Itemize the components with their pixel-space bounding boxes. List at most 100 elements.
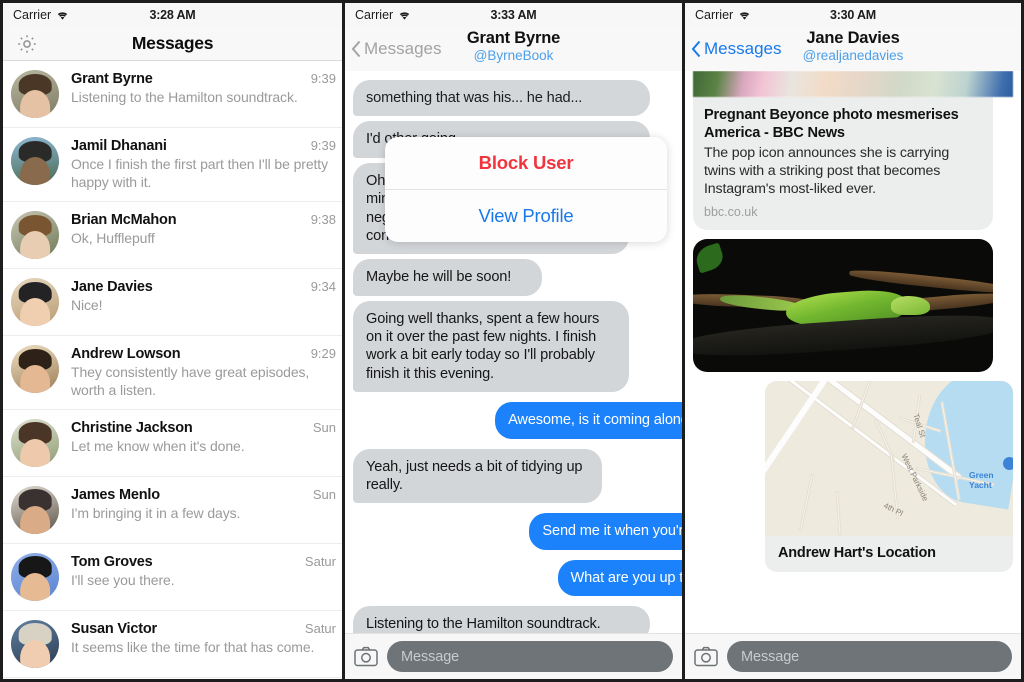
list-item[interactable]: Jamil Dhanani Once I finish the first pa… — [3, 128, 342, 202]
message-thread[interactable]: something that was his... he had... I'd … — [345, 71, 682, 633]
conversation-list[interactable]: Grant Byrne Listening to the Hamilton so… — [3, 61, 342, 679]
timestamp: Sun — [312, 486, 336, 502]
message-input[interactable]: Message — [387, 641, 673, 672]
three-phone-screenshot-strip: Carrier 3:28 AM Messages Grant Byrne Lis… — [0, 0, 1024, 682]
link-preview-hero-image — [693, 71, 1013, 97]
iguana-head — [891, 296, 930, 315]
message-bubble-outgoing[interactable]: What are you up to no — [557, 559, 682, 596]
timestamp: 9:29 — [310, 345, 336, 361]
contact-name: Jamil Dhanani — [71, 138, 167, 154]
list-item[interactable]: James Menlo I'm bringing it in a few day… — [3, 477, 342, 544]
status-bar: Carrier 3:30 AM — [685, 3, 1021, 27]
timestamp: Satur — [304, 620, 336, 636]
message-preview: Once I finish the first part then I'll b… — [71, 156, 328, 190]
avatar — [11, 485, 59, 534]
timestamp: Satur — [304, 553, 336, 569]
contact-name: Brian McMahon — [71, 211, 177, 228]
action-sheet-popover[interactable]: Block User View Profile — [385, 137, 667, 242]
camera-icon[interactable] — [694, 646, 718, 667]
avatar — [11, 552, 59, 601]
back-label: Messages — [364, 39, 442, 58]
map-label: 4th Pl — [882, 500, 905, 518]
link-title: Pregnant Beyonce photo mesmerises Americ… — [704, 107, 959, 142]
status-bar: Carrier 3:33 AM — [345, 3, 682, 27]
avatar — [11, 344, 59, 393]
message-preview: They consistently have great episodes, w… — [71, 363, 310, 398]
popover-arrow-icon — [516, 137, 538, 138]
avatar — [11, 418, 59, 467]
message-bubble-incoming[interactable]: Listening to the Hamilton soundtrack. — [353, 606, 650, 633]
message-thread[interactable]: Pregnant Beyonce photo mesmerises Americ… — [685, 71, 1021, 633]
avatar — [11, 210, 59, 259]
status-time: 3:33 AM — [490, 8, 537, 22]
chevron-left-icon — [691, 40, 701, 58]
view-profile-button[interactable]: View Profile — [385, 190, 667, 242]
avatar — [11, 70, 59, 118]
timestamp: 9:34 — [310, 278, 336, 294]
message-bubble-outgoing[interactable]: Send me it when you're do — [529, 513, 682, 550]
message-input-bar: Message — [685, 633, 1021, 679]
message-preview: Nice! — [71, 296, 103, 313]
road — [799, 473, 814, 531]
timestamp: 9:39 — [310, 138, 336, 153]
message-preview: Ok, Hufflepuff — [71, 229, 155, 246]
message-bubble-outgoing[interactable]: Awesome, is it coming along we — [495, 402, 682, 439]
link-source: bbc.co.uk — [704, 204, 758, 219]
list-item[interactable]: Brian McMahon Ok, Hufflepuff 9:38 — [3, 202, 342, 269]
message-preview: Let me know when it's done. — [71, 437, 245, 454]
message-placeholder: Message — [741, 648, 800, 665]
back-button[interactable]: Messages — [351, 39, 441, 59]
contact-name: Grant Byrne — [71, 71, 153, 87]
photo-message-bubble[interactable] — [693, 238, 993, 372]
thread-nav-bar: Messages Grant Byrne @ByrneBook — [345, 27, 682, 71]
list-item[interactable]: Christine Jackson Let me know when it's … — [3, 410, 342, 477]
outgoing-row: Send me it when you're do — [345, 508, 682, 554]
message-bubble-incoming[interactable]: Going well thanks, spent a few hours on … — [353, 300, 630, 393]
status-bar: Carrier 3:28 AM — [3, 3, 342, 27]
list-item[interactable]: Jane Davies Nice! 9:34 — [3, 269, 342, 336]
message-preview: It seems like the time for that has come… — [71, 638, 315, 655]
message-input-bar: Message — [345, 633, 682, 679]
inbox-nav-bar: Messages — [3, 27, 342, 61]
back-button[interactable]: Messages — [691, 39, 781, 59]
list-item[interactable]: Andrew Lowson They consistently have gre… — [3, 336, 342, 410]
leaf-decoration — [693, 241, 727, 274]
phone-screen-inbox: Carrier 3:28 AM Messages Grant Byrne Lis… — [0, 0, 345, 682]
contact-name: Christine Jackson — [71, 419, 193, 436]
contact-name: Tom Groves — [71, 553, 153, 570]
message-preview: Listening to the Hamilton soundtrack. — [71, 89, 298, 105]
message-input[interactable]: Message — [727, 641, 1012, 672]
map-preview[interactable]: Teal St West Parkside 4th Pl Green Yacht — [765, 380, 1013, 536]
road — [835, 490, 842, 535]
link-preview-card[interactable]: Pregnant Beyonce photo mesmerises Americ… — [693, 97, 993, 230]
message-bubble-incoming[interactable]: Maybe he will be soon! — [353, 259, 542, 296]
block-user-button[interactable]: Block User — [385, 137, 667, 189]
chevron-left-icon — [351, 40, 361, 58]
message-placeholder: Message — [401, 648, 460, 665]
thread-nav-bar: Messages Jane Davies @realjanedavies — [685, 27, 1021, 71]
message-preview: I'm bringing it in a few days. — [71, 504, 241, 521]
message-bubble-incoming[interactable]: Yeah, just needs a bit of tidying up rea… — [353, 448, 603, 504]
timestamp: 9:38 — [310, 211, 336, 227]
location-message-bubble[interactable]: Teal St West Parkside 4th Pl Green Yacht… — [765, 380, 1013, 572]
list-item[interactable]: Grant Byrne Listening to the Hamilton so… — [3, 61, 342, 128]
avatar — [11, 619, 59, 668]
contact-name: Andrew Lowson — [71, 345, 181, 362]
phone-screen-thread-jane: Carrier 3:30 AM Messages Jane Davies @re… — [685, 0, 1024, 682]
timestamp: 9:39 — [310, 71, 336, 86]
list-item[interactable]: Tom Groves I'll see you there. Satur — [3, 544, 342, 611]
poi-label: Green Yacht — [969, 469, 994, 490]
message-preview: I'll see you there. — [71, 571, 175, 588]
list-item[interactable]: Susan Victor It seems like the time for … — [3, 611, 342, 678]
back-label: Messages — [704, 39, 782, 58]
outgoing-row: Awesome, is it coming along we — [345, 397, 682, 443]
avatar — [11, 137, 59, 185]
page-title: Messages — [131, 33, 214, 53]
contact-name: Susan Victor — [71, 620, 157, 637]
avatar — [11, 277, 59, 326]
contact-name: James Menlo — [71, 486, 160, 503]
camera-icon[interactable] — [354, 646, 378, 667]
message-bubble-incoming[interactable]: something that was his... he had... — [353, 80, 650, 117]
poi-marker-icon — [1003, 456, 1013, 470]
link-description: The pop icon announces she is carrying t… — [704, 145, 950, 197]
